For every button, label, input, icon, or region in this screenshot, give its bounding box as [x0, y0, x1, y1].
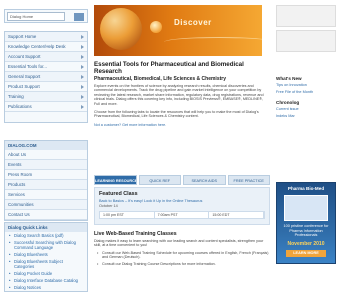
secondary-nav: DIALOG.COM About Us Events Press Room Pr…: [4, 140, 88, 221]
live-title: Live Web-Based Training Classes: [94, 231, 177, 237]
bubble-graphic: [150, 21, 162, 33]
nav-item[interactable]: Knowledge Center/Help Desk: [5, 42, 87, 52]
chevron-right-icon: [81, 45, 84, 49]
resource-tabs: LEARNING RESOURCES QUICK REF SEARCH AIDS…: [94, 175, 270, 185]
live-bullet[interactable]: Consult our Dialog Training Course Descr…: [94, 262, 270, 267]
featured-class: Featured Class Back to Basics – It's eas…: [94, 187, 270, 225]
quick-link[interactable]: Dialog Bluesheets Subject Categories: [5, 258, 87, 270]
time-row: 1:00 pm EST 7:00am PST 15:00 EDT: [99, 211, 265, 219]
nav-item[interactable]: Communities: [5, 200, 87, 210]
section-title: Pharmaceutical, Biomedical, Life Science…: [94, 76, 226, 82]
nav-item[interactable]: About Us: [5, 150, 87, 160]
promo-date: November 2010: [287, 240, 325, 247]
time-cell: 7:00am PST: [155, 212, 210, 218]
chevron-right-icon: [81, 65, 84, 69]
chevron-right-icon: [81, 75, 84, 79]
whats-new-link[interactable]: Free File of the Month: [276, 90, 336, 95]
promo-text: 100 pristine conference for Pharma Infor…: [283, 224, 329, 238]
live-text: Dialog makes it easy to learn searching …: [94, 239, 264, 248]
customer-link[interactable]: Not a customer? Get more information her…: [94, 123, 266, 127]
hero-banner: Discover: [94, 5, 262, 56]
promo-box[interactable]: Pharma Bio-Med 100 pristine conference f…: [276, 182, 336, 264]
top-right-ads: [276, 5, 336, 53]
primary-nav: Support Home Knowledge Center/Help Desk …: [4, 31, 88, 123]
nav-item[interactable]: Product Support: [5, 82, 87, 92]
quick-link[interactable]: Dialog Interface Database Catalog: [5, 277, 87, 284]
chevron-right-icon: [81, 95, 84, 99]
intro-section: Pharmaceutical, Biomedical, Life Science…: [94, 76, 266, 131]
nav-item[interactable]: Events: [5, 160, 87, 170]
chevron-right-icon: [81, 85, 84, 89]
chronolog-link[interactable]: Indeks Mar: [276, 114, 336, 119]
live-bullet[interactable]: Consult our Web-Based Training Schedule …: [94, 251, 270, 260]
promo-image: [284, 195, 328, 221]
tab-learning-resources[interactable]: LEARNING RESOURCES: [94, 175, 137, 185]
banner-headline: Discover: [174, 18, 212, 27]
ad-slot[interactable]: [276, 5, 336, 27]
secondary-nav-heading: DIALOG.COM: [5, 141, 87, 150]
tab-free-practice[interactable]: FREE PRACTICE: [227, 175, 270, 185]
nav-item[interactable]: Account Support: [5, 52, 87, 62]
quick-link[interactable]: Dialog Pocket Guide: [5, 270, 87, 277]
featured-date: October 14: [99, 204, 118, 208]
nav-item[interactable]: Training: [5, 92, 87, 102]
page-title: Essential Tools for Pharmaceutical and B…: [94, 61, 244, 75]
search-input[interactable]: Dialog Home: [7, 12, 65, 21]
nav-item[interactable]: Services: [5, 190, 87, 200]
globe-graphic: [100, 8, 142, 50]
whats-new-heading: What's New: [276, 76, 302, 81]
sidebar: Dialog Home Support Home Knowledge Cente…: [2, 0, 90, 300]
chronolog-link[interactable]: Current issue: [276, 107, 336, 112]
nav-item[interactable]: Contact Us: [5, 210, 87, 220]
live-training: Live Web-Based Training Classes Dialog m…: [94, 231, 270, 268]
nav-item[interactable]: Press Room: [5, 170, 87, 180]
featured-title: Featured Class: [99, 191, 138, 197]
nav-item[interactable]: Essential Tools for...: [5, 62, 87, 72]
promo-heading: Pharma Bio-Med: [287, 186, 325, 191]
nav-item[interactable]: Products: [5, 180, 87, 190]
quick-link[interactable]: Successful Searching with Dialog Command…: [5, 239, 87, 251]
whats-new-link[interactable]: Tips on Innovation: [276, 83, 336, 88]
nav-item[interactable]: Support Home: [5, 32, 87, 42]
nav-item[interactable]: Publications: [5, 102, 87, 112]
chevron-right-icon: [81, 105, 84, 109]
featured-link[interactable]: Back to Basics – It's easy! Look it Up i…: [99, 199, 265, 203]
search-go-button[interactable]: [74, 13, 84, 21]
quick-link[interactable]: Dialog Notices: [5, 284, 87, 291]
right-column: What's New Tips on Innovation Free File …: [276, 76, 336, 120]
quick-links: Dialog Quick Links Dialog Search Basics …: [4, 222, 88, 292]
chronolog-heading: Chronolog: [276, 100, 300, 106]
chevron-right-icon: [81, 35, 84, 39]
time-cell: 15:00 EDT: [209, 212, 265, 218]
intro-text: Explore events on the frontiers of scien…: [94, 84, 264, 106]
ad-slot[interactable]: [276, 30, 336, 52]
quick-links-heading: Dialog Quick Links: [5, 223, 87, 232]
quick-link[interactable]: Dialog Search Basics (pdf): [5, 232, 87, 239]
time-cell: 1:00 pm EST: [100, 212, 155, 218]
choose-text: Choose from the following tabs to locate…: [94, 110, 259, 119]
learn-more-button[interactable]: LEARN MORE: [286, 249, 326, 257]
tab-quick-ref[interactable]: QUICK REF: [138, 175, 181, 185]
main-content: Discover Essential Tools for Pharmaceuti…: [94, 0, 340, 300]
search-box: Dialog Home: [4, 9, 88, 23]
wave-graphic: [164, 37, 262, 47]
nav-item[interactable]: General Support: [5, 72, 87, 82]
quick-link[interactable]: Dialog Bluesheets: [5, 251, 87, 258]
chevron-right-icon: [81, 55, 84, 59]
tab-search-aids[interactable]: SEARCH AIDS: [183, 175, 226, 185]
